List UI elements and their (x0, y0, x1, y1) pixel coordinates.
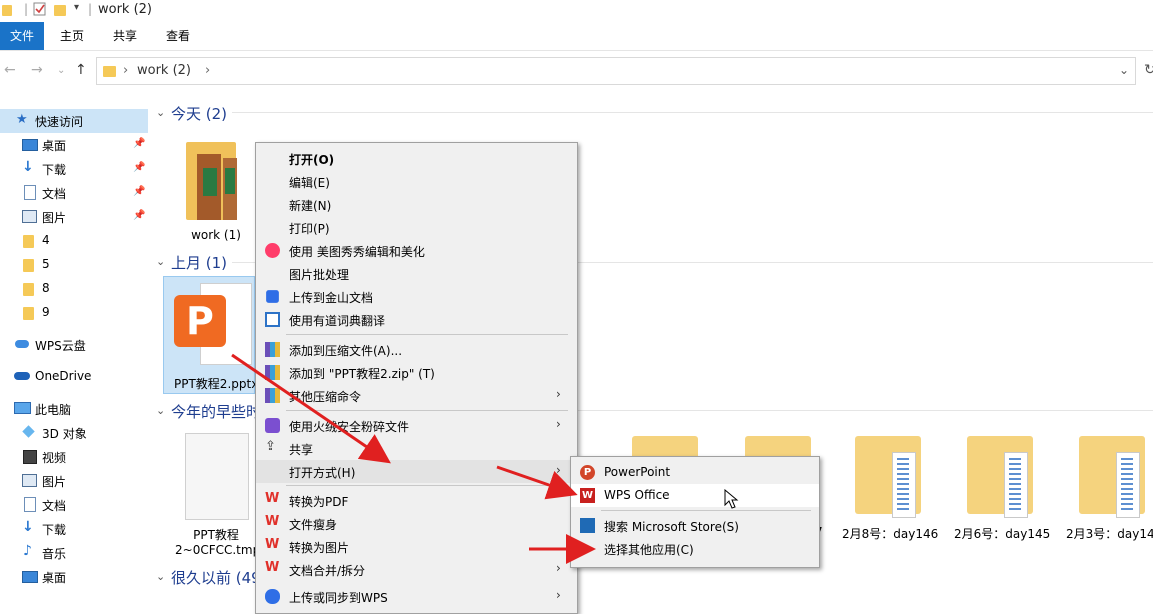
annotation-arrow (496, 465, 578, 500)
annotation-arrows (231, 353, 596, 564)
annotation-arrow (231, 353, 391, 464)
